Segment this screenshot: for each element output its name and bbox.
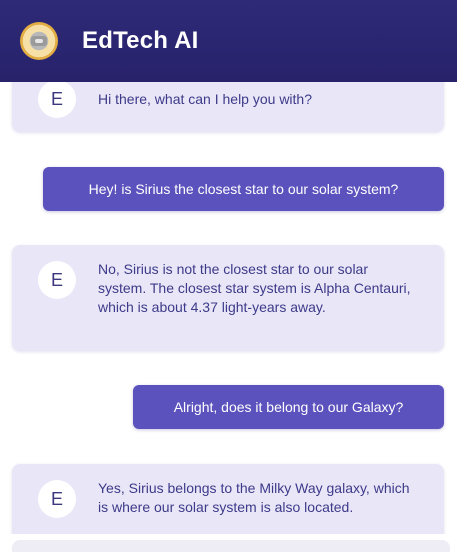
- user-message: Hey! is Sirius the closest star to our s…: [43, 167, 444, 211]
- composer-area[interactable]: [12, 540, 450, 552]
- app-title: EdTech AI: [82, 27, 199, 54]
- bot-message-text: No, Sirius is not the closest star to ou…: [98, 261, 411, 315]
- bot-message-text: Hi there, what can I help you with?: [98, 91, 313, 107]
- logo-icon: [20, 22, 58, 60]
- bot-avatar: E: [38, 82, 76, 118]
- bot-avatar: E: [38, 261, 76, 299]
- bot-message: E No, Sirius is not the closest star to …: [12, 245, 444, 351]
- bot-message: E Yes, Sirius belongs to the Milky Way g…: [12, 464, 444, 534]
- app-header: EdTech AI: [0, 0, 457, 82]
- bot-avatar: E: [38, 480, 76, 518]
- bot-message: E Hi there, what can I help you with?: [12, 82, 444, 132]
- bot-message-text: Yes, Sirius belongs to the Milky Way gal…: [98, 480, 410, 515]
- user-message: Alright, does it belong to our Galaxy?: [133, 385, 444, 429]
- chat-thread[interactable]: E Hi there, what can I help you with? He…: [0, 82, 457, 534]
